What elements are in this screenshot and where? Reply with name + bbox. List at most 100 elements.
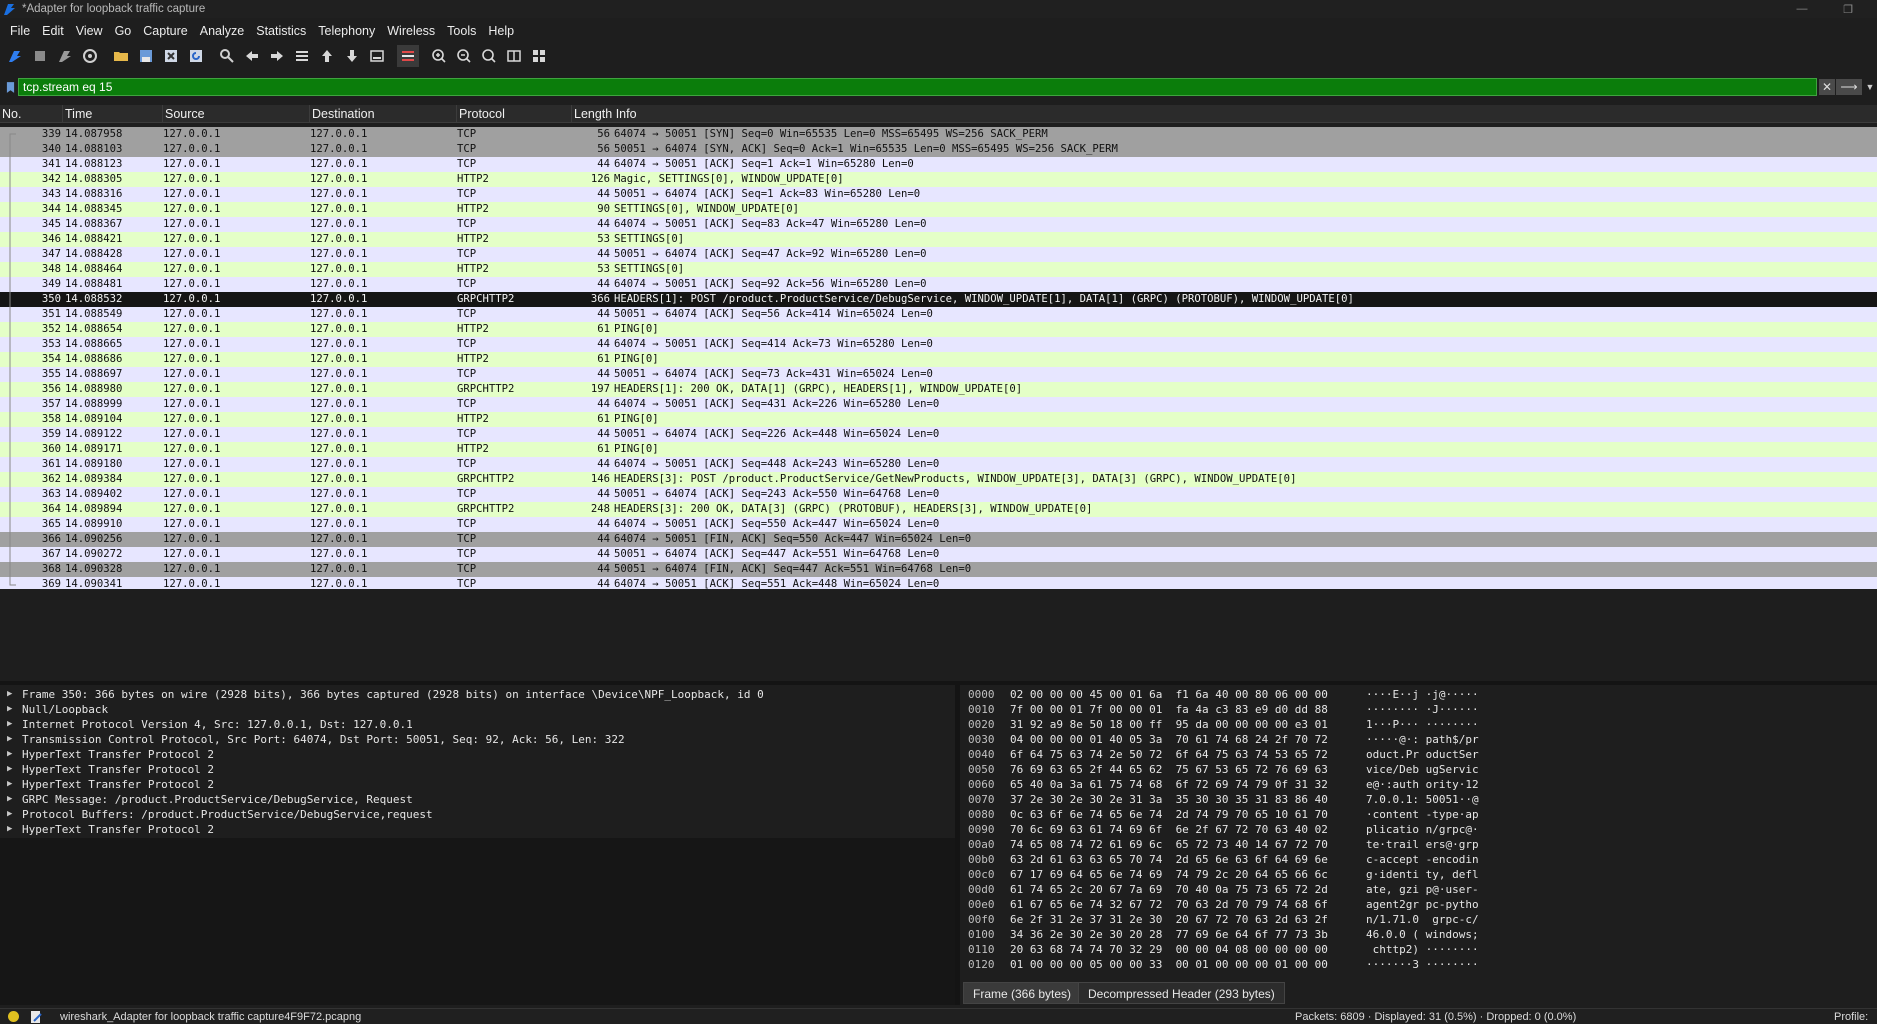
menu-telephony[interactable]: Telephony (312, 24, 381, 38)
detail-tree-item[interactable]: ▶ HyperText Transfer Protocol 2 (0, 747, 955, 762)
menu-statistics[interactable]: Statistics (250, 24, 312, 38)
normal-size-icon[interactable] (478, 45, 500, 67)
packet-row[interactable]: 348 14.088464 127.0.0.1 127.0.0.1 HTTP2 53 SET… (0, 262, 1877, 277)
packet-row[interactable]: 344 14.088345 127.0.0.1 127.0.0.1 HTTP2 90 SET… (0, 202, 1877, 217)
packet-row[interactable]: 367 14.090272 127.0.0.1 127.0.0.1 TCP 44 50051… (0, 547, 1877, 562)
packet-row[interactable]: 369 14.090341 127.0.0.1 127.0.0.1 TCP 44 64074… (0, 577, 1877, 589)
shark-fin-start-icon[interactable] (4, 45, 26, 67)
packet-row[interactable]: 350 14.088532 127.0.0.1 127.0.0.1 GRPCHTTP2 3… (0, 292, 1877, 307)
close-file-icon[interactable] (160, 45, 182, 67)
detail-tree-item[interactable]: ▶ Frame 350: 366 bytes on wire (2928 bits… (0, 687, 955, 702)
expand-arrow-icon[interactable]: ▶ (7, 792, 12, 807)
filter-history-dropdown[interactable]: ▼ (1864, 79, 1876, 95)
clear-filter-button[interactable]: ✕ (1819, 79, 1835, 95)
packet-row[interactable]: 351 14.088549 127.0.0.1 127.0.0.1 TCP 44 50051… (0, 307, 1877, 322)
packet-row[interactable]: 340 14.088103 127.0.0.1 127.0.0.1 TCP 56 50051… (0, 142, 1877, 157)
save-file-icon[interactable] (135, 45, 157, 67)
minimize-button[interactable]: — (1779, 0, 1825, 18)
packet-row[interactable]: 342 14.088305 127.0.0.1 127.0.0.1 HTTP2 126 Ma… (0, 172, 1877, 187)
expand-arrow-icon[interactable]: ▶ (7, 747, 12, 762)
packet-row[interactable]: 368 14.090328 127.0.0.1 127.0.0.1 TCP 44 50051… (0, 562, 1877, 577)
packet-row[interactable]: 358 14.089104 127.0.0.1 127.0.0.1 HTTP2 61 PIN… (0, 412, 1877, 427)
detail-tree-item[interactable]: ▶ GRPC Message: /product.ProductService/D… (0, 792, 955, 807)
packet-row[interactable]: 354 14.088686 127.0.0.1 127.0.0.1 HTTP2 61 PIN… (0, 352, 1877, 367)
packet-bytes-pane[interactable]: 0000 02 00 00 00 45 00 01 6a f1 6a 40 00 … (960, 685, 1877, 980)
packet-row[interactable]: 365 14.089910 127.0.0.1 127.0.0.1 TCP 44 64074… (0, 517, 1877, 532)
display-filter-input[interactable]: tcp.stream eq 15 (18, 78, 1817, 96)
expand-arrow-icon[interactable]: ▶ (7, 717, 12, 732)
packet-row[interactable]: 352 14.088654 127.0.0.1 127.0.0.1 HTTP2 61 PIN… (0, 322, 1877, 337)
menu-wireless[interactable]: Wireless (381, 24, 441, 38)
packet-row[interactable]: 366 14.090256 127.0.0.1 127.0.0.1 TCP 44 64074… (0, 532, 1877, 547)
packet-row[interactable]: 357 14.088999 127.0.0.1 127.0.0.1 TCP 44 64074… (0, 397, 1877, 412)
profile-selector[interactable]: Profile: (1834, 1010, 1868, 1024)
zoom-in-icon[interactable] (428, 45, 450, 67)
detail-tree-item[interactable]: ▶ Protocol Buffers: /product.ProductServi… (0, 807, 955, 822)
menu-edit[interactable]: Edit (36, 24, 70, 38)
zoom-out-icon[interactable] (453, 45, 475, 67)
go-to-packet-icon[interactable] (291, 45, 313, 67)
detail-tree-item[interactable]: ▶ Transmission Control Protocol, Src Port… (0, 732, 955, 747)
go-last-icon[interactable] (341, 45, 363, 67)
menu-go[interactable]: Go (109, 24, 138, 38)
packet-row[interactable]: 361 14.089180 127.0.0.1 127.0.0.1 TCP 44 64074… (0, 457, 1877, 472)
packet-row[interactable]: 346 14.088421 127.0.0.1 127.0.0.1 HTTP2 53 SET… (0, 232, 1877, 247)
colorize-icon[interactable] (397, 45, 419, 67)
packet-row[interactable]: 343 14.088316 127.0.0.1 127.0.0.1 TCP 44 50051… (0, 187, 1877, 202)
edit-comment-icon[interactable] (29, 1010, 43, 1024)
column-header-protocol[interactable]: Protocol (457, 105, 572, 123)
detail-tree-item[interactable]: ▶ HyperText Transfer Protocol 2 (0, 777, 955, 792)
packet-row[interactable]: 339 14.087958 127.0.0.1 127.0.0.1 TCP 56 64074… (0, 127, 1877, 142)
packet-list[interactable]: 339 14.087958 127.0.0.1 127.0.0.1 TCP 56 64074… (0, 124, 1877, 589)
detail-tree-item[interactable]: ▶ HyperText Transfer Protocol 2 (0, 822, 955, 837)
apply-filter-button[interactable]: ⟶ (1836, 79, 1862, 95)
column-header-source[interactable]: Source (163, 105, 310, 123)
column-header-time[interactable]: Time (63, 105, 163, 123)
packet-row[interactable]: 341 14.088123 127.0.0.1 127.0.0.1 TCP 44 64074… (0, 157, 1877, 172)
detail-tree-item[interactable]: ▶ HyperText Transfer Protocol 2 (0, 762, 955, 777)
packet-row[interactable]: 362 14.089384 127.0.0.1 127.0.0.1 GRPCHTTP2 1… (0, 472, 1877, 487)
column-header-length-info[interactable]: Length Info (572, 105, 1877, 123)
expand-arrow-icon[interactable]: ▶ (7, 777, 12, 792)
packet-row[interactable]: 345 14.088367 127.0.0.1 127.0.0.1 TCP 44 64074… (0, 217, 1877, 232)
resize-columns-icon[interactable] (503, 45, 525, 67)
reload-icon[interactable] (185, 45, 207, 67)
autoscroll-icon[interactable] (366, 45, 388, 67)
capture-options-icon[interactable] (79, 45, 101, 67)
packet-row[interactable]: 347 14.088428 127.0.0.1 127.0.0.1 TCP 44 50051… (0, 247, 1877, 262)
packet-row[interactable]: 360 14.089171 127.0.0.1 127.0.0.1 HTTP2 61 PIN… (0, 442, 1877, 457)
packet-row[interactable]: 359 14.089122 127.0.0.1 127.0.0.1 TCP 44 50051… (0, 427, 1877, 442)
packet-row[interactable]: 356 14.088980 127.0.0.1 127.0.0.1 GRPCHTTP2 1… (0, 382, 1877, 397)
packet-row[interactable]: 349 14.088481 127.0.0.1 127.0.0.1 TCP 44 64074… (0, 277, 1877, 292)
packet-details-tree[interactable]: ▶ Frame 350: 366 bytes on wire (2928 bits… (0, 685, 955, 838)
column-header-no[interactable]: No. (0, 105, 63, 123)
expand-arrow-icon[interactable]: ▶ (7, 732, 12, 747)
stop-square-icon[interactable] (29, 45, 51, 67)
tab-frame-bytes[interactable]: Frame (366 bytes) (963, 982, 1082, 1004)
menu-tools[interactable]: Tools (441, 24, 482, 38)
menu-help[interactable]: Help (482, 24, 520, 38)
expand-arrow-icon[interactable]: ▶ (7, 702, 12, 717)
menu-analyze[interactable]: Analyze (194, 24, 250, 38)
packet-row[interactable]: 363 14.089402 127.0.0.1 127.0.0.1 TCP 44 50051… (0, 487, 1877, 502)
expand-grid-icon[interactable] (528, 45, 550, 67)
go-first-icon[interactable] (316, 45, 338, 67)
detail-tree-item[interactable]: ▶ Null/Loopback (0, 702, 955, 717)
expand-arrow-icon[interactable]: ▶ (7, 687, 12, 702)
packet-row[interactable]: 353 14.088665 127.0.0.1 127.0.0.1 TCP 44 64074… (0, 337, 1877, 352)
column-header-destination[interactable]: Destination (310, 105, 457, 123)
packet-row[interactable]: 355 14.088697 127.0.0.1 127.0.0.1 TCP 44 50051… (0, 367, 1877, 382)
menu-view[interactable]: View (70, 24, 109, 38)
maximize-button[interactable]: ❐ (1825, 0, 1871, 18)
menu-capture[interactable]: Capture (137, 24, 193, 38)
open-folder-icon[interactable] (110, 45, 132, 67)
expert-info-icon[interactable] (8, 1011, 19, 1022)
tab-decompressed-header[interactable]: Decompressed Header (293 bytes) (1078, 982, 1285, 1004)
expand-arrow-icon[interactable]: ▶ (7, 807, 12, 822)
bookmark-icon[interactable] (2, 78, 18, 96)
find-packet-icon[interactable] (216, 45, 238, 67)
detail-tree-item[interactable]: ▶ Internet Protocol Version 4, Src: 127.0… (0, 717, 955, 732)
go-forward-icon[interactable] (266, 45, 288, 67)
expand-arrow-icon[interactable]: ▶ (7, 762, 12, 777)
packet-row[interactable]: 364 14.089894 127.0.0.1 127.0.0.1 GRPCHTTP2 2… (0, 502, 1877, 517)
